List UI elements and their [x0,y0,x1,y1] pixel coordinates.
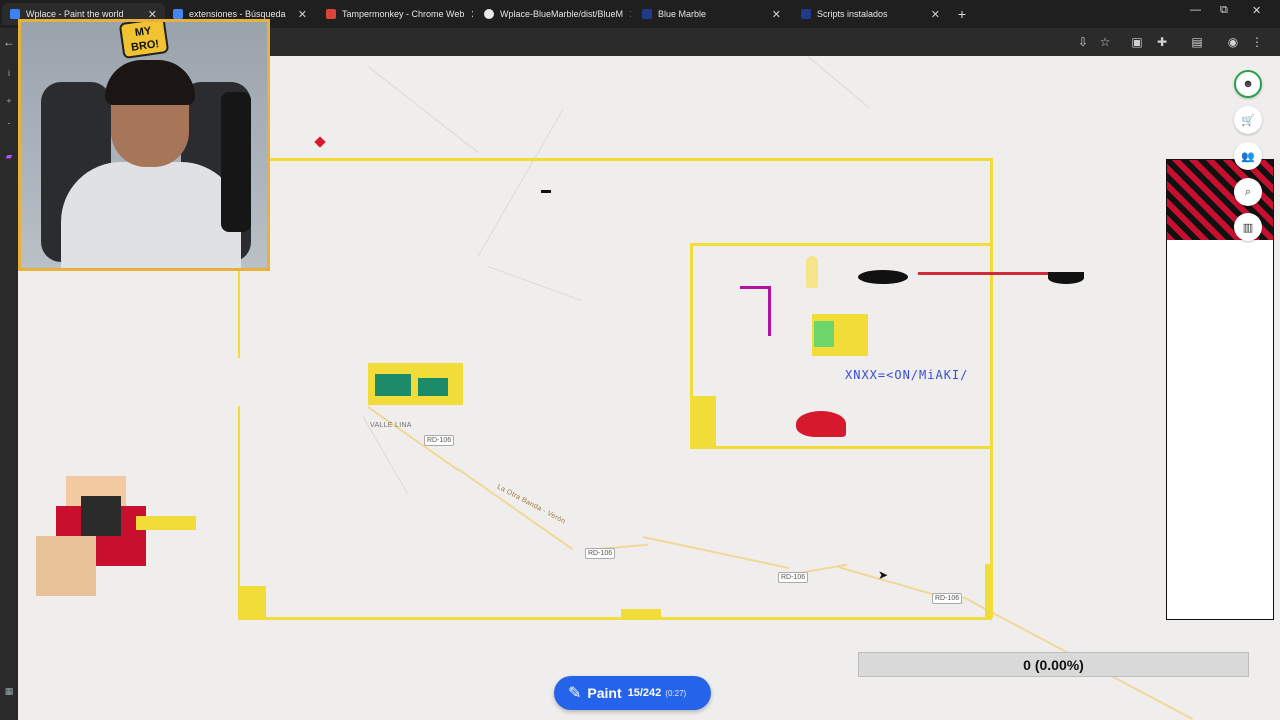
tab-label: Blue Marble [658,9,707,19]
paint-count: 15/242 [627,687,662,699]
restore-button[interactable]: ⧉ [1220,4,1228,17]
map-road [487,266,583,302]
twitch-icon[interactable]: ▰ [3,151,15,163]
frame-line [990,158,993,618]
pixel-art-block [814,321,834,347]
webcam-overlay: MY BRO! [18,19,270,271]
globe-icon [10,9,20,19]
map-road [642,536,790,570]
install-icon[interactable]: ⇩ [1074,33,1092,51]
frame-line [238,617,992,620]
tampermonkey-icon [642,9,652,19]
cart-icon[interactable]: 🛒 [1234,106,1262,134]
extension-puzzle-icon[interactable]: ▣ [1128,33,1146,51]
pixel-art-line [768,286,771,336]
minus-icon[interactable]: - [3,118,15,130]
progress-panel: 0 (0.00%) [858,652,1249,677]
leaderboard-icon[interactable]: ▥ [1234,213,1262,241]
channel-logo: MY BRO! [118,22,170,60]
frame-line [238,406,240,606]
pixel-art-shape [796,411,846,437]
paint-label: Paint [587,685,622,701]
map-road [367,66,479,154]
inner-frame [690,243,992,246]
pixel-art-line [740,286,770,289]
pixel-art-block [418,378,448,396]
pixel-art-shape [1048,272,1084,284]
github-icon [484,9,494,19]
plus-icon[interactable]: + [3,96,15,108]
browser-side-rail: i + - ▰ ▦ [0,56,18,720]
frame-block [621,609,661,618]
new-tab-button[interactable]: + [953,5,971,23]
frame-line [238,268,240,358]
google-icon [173,9,183,19]
close-icon[interactable]: ✕ [925,8,940,21]
inner-frame [690,446,992,449]
tab-github[interactable]: Wplace-BlueMarble/dist/BlueM ✕ [476,3,631,25]
road-shield: RD-106 [585,548,616,559]
users-icon[interactable]: 👥 [1234,142,1262,170]
tab-label: Wplace - Paint the world [26,9,124,19]
window-close-button[interactable]: ✕ [1252,4,1261,17]
star-icon[interactable]: ☆ [1096,33,1114,51]
webstore-icon [326,9,336,19]
progress-text: 0 (0.00%) [1023,656,1084,673]
map-road [457,468,574,551]
keyboard-icon[interactable]: ▦ [3,686,15,698]
close-icon[interactable]: ✕ [766,8,781,21]
sidepanel-icon[interactable]: ▤ [1188,33,1206,51]
frame-line [270,158,993,161]
microphone [221,92,251,232]
road-shield: RD-106 [932,593,963,604]
person-hair [105,60,195,105]
frame-line [985,564,992,619]
tab-blue-marble[interactable]: Blue Marble ✕ [634,3,789,25]
heart-pixel [314,136,326,148]
close-icon[interactable]: ✕ [623,8,631,21]
tab-tampermonkey[interactable]: Tampermonkey - Chrome Web ✕ [318,3,473,25]
map-road [807,56,870,109]
road-shield: RD-106 [424,435,455,446]
profile-icon[interactable]: ◉ [1224,33,1242,51]
road-shield: RD-106 [778,572,809,583]
pixel-art-block [375,374,411,396]
paint-timer: (0:27) [665,688,687,698]
menu-dots-icon[interactable]: ⋮ [1248,33,1266,51]
close-icon[interactable]: ✕ [292,8,307,21]
minimize-button[interactable]: — [1190,4,1201,16]
back-arrow-icon[interactable]: ← [0,33,18,51]
info-icon[interactable]: i [3,68,15,80]
user-avatar-icon[interactable]: ☻ [1234,70,1262,98]
tampermonkey-icon [801,9,811,19]
tab-label: Wplace-BlueMarble/dist/BlueM [500,9,624,19]
paint-button[interactable]: ✎ Paint 15/242 (0:27) [554,676,711,710]
frame-block [238,586,266,618]
tab-label: extensiones - Búsqueda [189,9,286,19]
pixel-text: XNXX=<ON/MiAKI/ [845,368,969,382]
place-label: VALLE LINA [370,422,412,429]
puzzle-icon[interactable]: ✚ [1153,33,1171,51]
person-torso [61,162,241,268]
close-icon[interactable]: ✕ [464,8,473,21]
pixel-art-shape [858,270,908,284]
tab-label: Scripts instalados [817,9,888,19]
inner-frame [690,396,716,448]
pixel-art-character [26,476,196,616]
brush-icon: ✎ [568,685,582,702]
mouse-cursor-icon: ➤ [878,568,889,582]
tab-label: Tampermonkey - Chrome Web [342,9,465,19]
pixel-art-dot [541,190,551,193]
tab-scripts[interactable]: Scripts instalados ✕ [793,3,948,25]
search-icon[interactable]: ⌕ [1234,178,1262,206]
map-road [477,109,564,257]
pixel-art-shape [806,256,818,288]
